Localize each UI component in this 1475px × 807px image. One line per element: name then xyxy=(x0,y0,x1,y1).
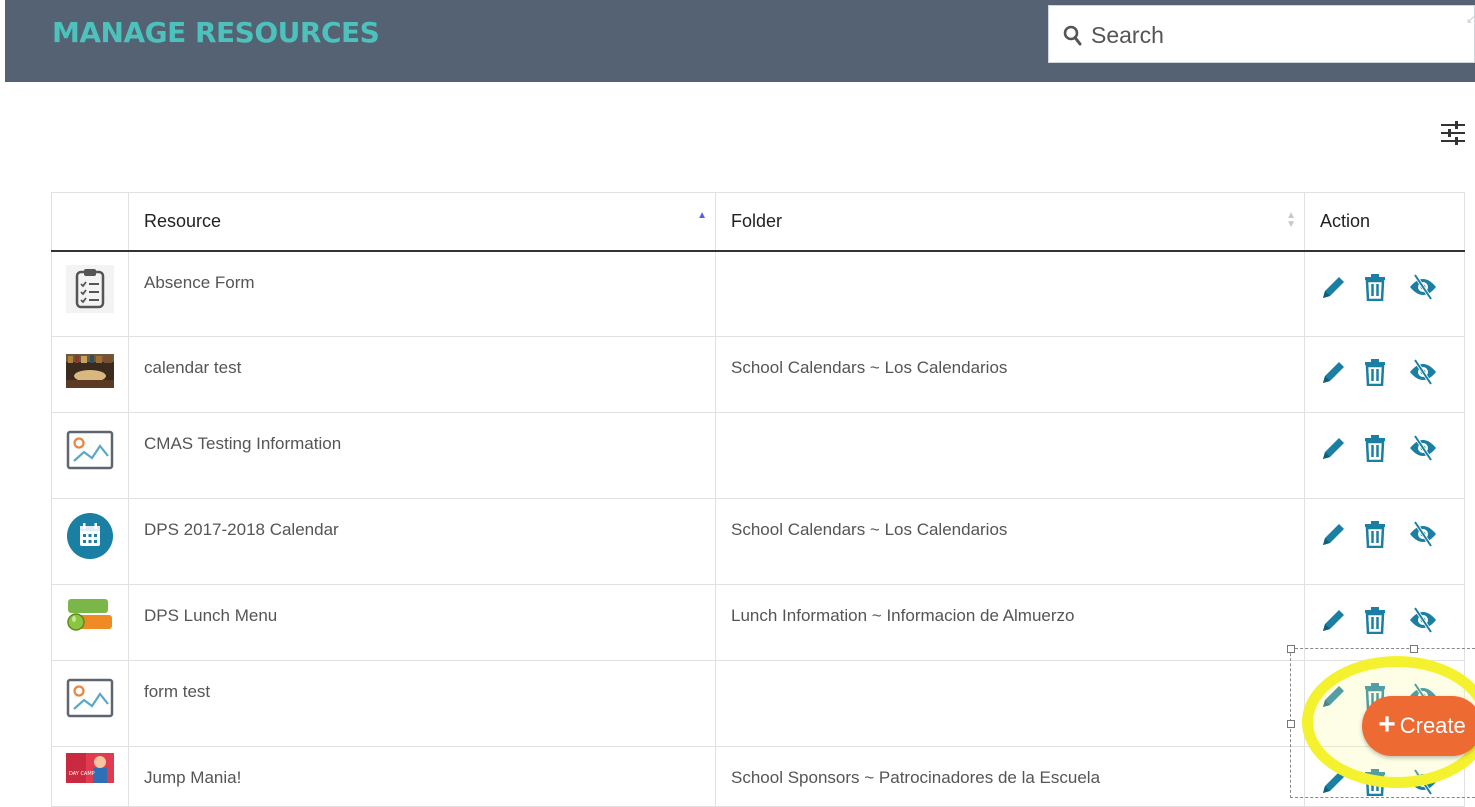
table-row: DPS 2017-2018 Calendar School Calendars … xyxy=(51,498,1465,585)
thumbnail-cell xyxy=(51,660,129,747)
image-placeholder-icon xyxy=(66,674,114,722)
resource-name[interactable]: DPS 2017-2018 Calendar xyxy=(128,498,716,585)
column-label: Resource xyxy=(144,211,222,231)
resource-name[interactable]: form test xyxy=(128,660,716,747)
calendar-circle-icon xyxy=(66,512,114,560)
resource-name[interactable]: DPS Lunch Menu xyxy=(128,584,716,661)
column-header-resource[interactable]: Resource ▲ xyxy=(128,192,716,252)
clipboard-checklist-icon xyxy=(66,264,114,313)
trash-icon[interactable] xyxy=(1364,606,1392,634)
pencil-icon[interactable] xyxy=(1320,273,1348,301)
table-row: DAY CAMP Jump Mania! School Sponsors ~ P… xyxy=(51,746,1465,807)
thumbnail-cell xyxy=(51,498,129,585)
column-header-folder[interactable]: Folder ▲ ▼ xyxy=(715,192,1305,252)
folder-name xyxy=(715,412,1305,499)
table-row: calendar test School Calendars ~ Los Cal… xyxy=(51,336,1465,413)
folder-name: Lunch Information ~ Informacion de Almue… xyxy=(715,584,1305,661)
folder-name: School Calendars ~ Los Calendarios xyxy=(715,498,1305,585)
sort-icon[interactable]: ▲ ▼ xyxy=(1286,211,1296,230)
resize-corner-icon: ↙ xyxy=(1466,12,1475,26)
thumbnail-cell xyxy=(51,250,129,337)
pencil-icon[interactable] xyxy=(1320,606,1348,634)
thumbnail-cell xyxy=(51,412,129,499)
hide-eye-icon[interactable] xyxy=(1408,358,1436,386)
resources-table: Resource ▲ Folder ▲ ▼ Action Absence For… xyxy=(51,192,1465,807)
image-placeholder-icon xyxy=(66,426,114,474)
search-input[interactable] xyxy=(1089,16,1453,54)
thumbnail-cell xyxy=(51,584,129,661)
folder-name xyxy=(715,660,1305,747)
table-row: CMAS Testing Information xyxy=(51,412,1465,499)
sliders-icon[interactable] xyxy=(1440,119,1468,147)
action-cell xyxy=(1304,584,1465,661)
column-header-action: Action xyxy=(1304,192,1465,252)
svg-text:DAY CAMP: DAY CAMP xyxy=(69,771,95,777)
pencil-icon[interactable] xyxy=(1320,520,1348,548)
folder-name xyxy=(715,250,1305,337)
search-icon xyxy=(1063,25,1082,46)
school-lunch-logo xyxy=(66,597,114,633)
trash-icon[interactable] xyxy=(1364,358,1392,386)
day-camp-photo: DAY CAMP xyxy=(66,753,114,783)
hide-eye-icon[interactable] xyxy=(1408,520,1436,548)
folder-name: School Calendars ~ Los Calendarios xyxy=(715,336,1305,413)
pencil-icon[interactable] xyxy=(1320,358,1348,386)
action-cell xyxy=(1304,336,1465,413)
resource-name[interactable]: CMAS Testing Information xyxy=(128,412,716,499)
action-cell xyxy=(1304,412,1465,499)
sort-ascending-icon[interactable]: ▲ xyxy=(697,211,707,221)
trash-icon[interactable] xyxy=(1364,434,1392,462)
trash-icon[interactable] xyxy=(1364,273,1392,301)
plus-icon: + xyxy=(1378,707,1396,741)
folder-name: School Sponsors ~ Patrocinadores de la E… xyxy=(715,746,1305,807)
pencil-icon[interactable] xyxy=(1320,434,1348,462)
hide-eye-icon[interactable] xyxy=(1408,606,1436,634)
hide-eye-icon[interactable] xyxy=(1408,434,1436,462)
page-title: MANAGE RESOURCES xyxy=(52,16,380,49)
action-cell xyxy=(1304,250,1465,337)
resource-name[interactable]: Absence Form xyxy=(128,250,716,337)
hide-eye-icon[interactable] xyxy=(1408,273,1436,301)
table-row: Absence Form xyxy=(51,250,1465,337)
search-box[interactable] xyxy=(1048,5,1475,63)
resource-name[interactable]: calendar test xyxy=(128,336,716,413)
column-label: Action xyxy=(1320,211,1371,231)
library-photo xyxy=(66,354,114,388)
create-button[interactable]: + Create xyxy=(1362,696,1475,756)
thumbnail-cell: DAY CAMP xyxy=(51,746,129,807)
column-header-thumbnail xyxy=(51,192,129,252)
trash-icon[interactable] xyxy=(1364,520,1392,548)
table-row: form test xyxy=(51,660,1465,747)
column-label: Folder xyxy=(731,211,783,231)
resource-name[interactable]: Jump Mania! xyxy=(128,746,716,807)
table-header-row: Resource ▲ Folder ▲ ▼ Action xyxy=(51,192,1465,252)
thumbnail-cell xyxy=(51,336,129,413)
action-cell xyxy=(1304,498,1465,585)
table-row: DPS Lunch Menu Lunch Information ~ Infor… xyxy=(51,584,1465,661)
create-label: Create xyxy=(1399,713,1466,738)
